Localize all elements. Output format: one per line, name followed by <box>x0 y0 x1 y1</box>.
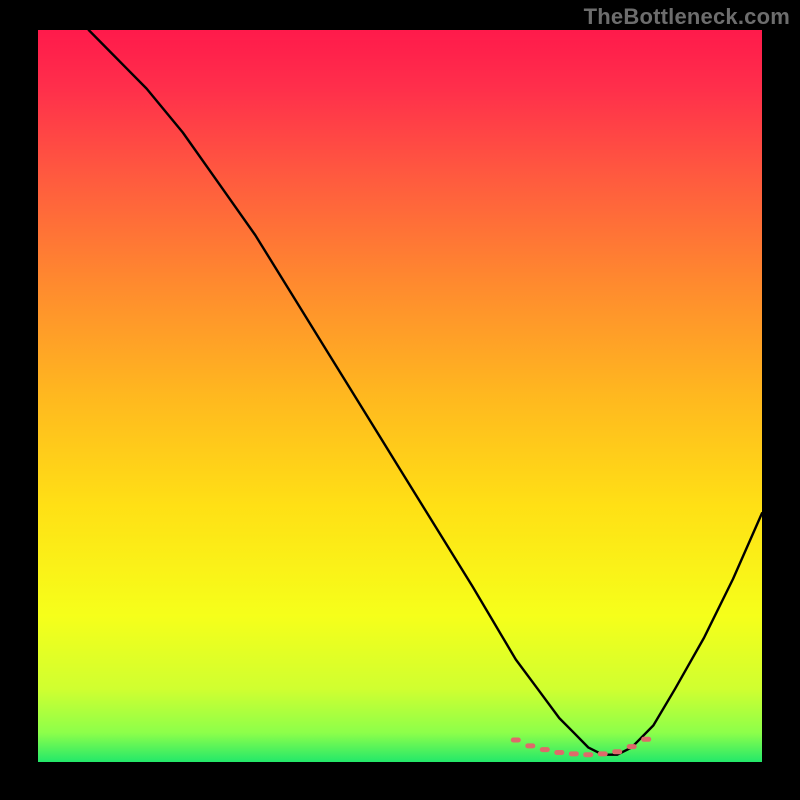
chart-svg <box>38 30 762 762</box>
gradient-background <box>38 30 762 762</box>
highlight-marker <box>540 747 550 752</box>
watermark-label: TheBottleneck.com <box>584 4 790 30</box>
highlight-marker <box>627 744 637 749</box>
highlight-marker <box>641 737 651 742</box>
highlight-marker <box>598 751 608 756</box>
plot-area <box>38 30 762 762</box>
highlight-marker <box>511 738 521 743</box>
highlight-marker <box>612 749 622 754</box>
chart-frame: TheBottleneck.com <box>0 0 800 800</box>
highlight-marker <box>554 750 564 755</box>
highlight-marker <box>569 751 579 756</box>
highlight-marker <box>525 743 535 748</box>
highlight-marker <box>583 752 593 757</box>
